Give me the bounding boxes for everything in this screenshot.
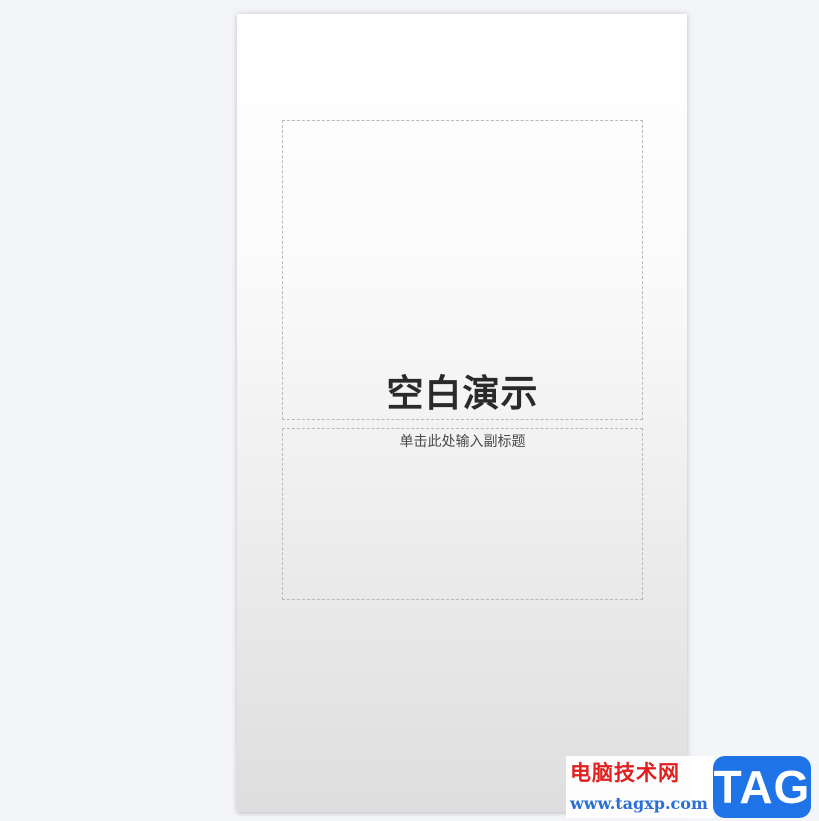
watermark-logo-badge: TAG — [713, 756, 811, 818]
slide-canvas[interactable]: 空白演示 单击此处输入副标题 — [237, 14, 687, 812]
slide-editing-area: 空白演示 单击此处输入副标题 — [0, 0, 819, 821]
subtitle-prompt[interactable]: 单击此处输入副标题 — [283, 433, 642, 451]
watermark-url: www.tagxp.com — [570, 794, 708, 813]
watermark-site-name: 电脑技术网 — [570, 761, 680, 785]
watermark: 电脑技术网 www.tagxp.com TAG — [566, 756, 819, 821]
title-placeholder[interactable]: 空白演示 — [282, 120, 643, 420]
watermark-badge-text: TAG — [713, 761, 811, 813]
subtitle-placeholder[interactable]: 单击此处输入副标题 — [282, 428, 643, 600]
slide-title[interactable]: 空白演示 — [283, 372, 642, 416]
watermark-text-panel: 电脑技术网 www.tagxp.com — [566, 756, 714, 818]
